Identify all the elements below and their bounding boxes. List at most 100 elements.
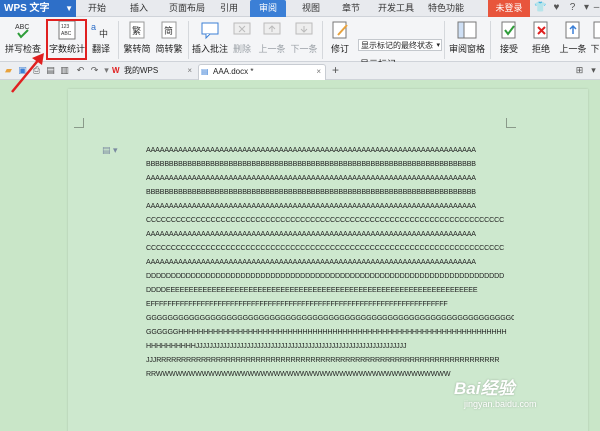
tab-list-icon[interactable]: ⊞ bbox=[574, 65, 585, 76]
save-icon[interactable]: ▣ bbox=[17, 65, 28, 76]
export-pdf-icon[interactable]: ▥ bbox=[59, 65, 70, 76]
reject-label: 拒绝 bbox=[531, 44, 550, 54]
markup-state-value: 显示标记的最终状态 bbox=[361, 41, 433, 50]
translate-icon: a 中 bbox=[91, 22, 108, 40]
next-change-icon bbox=[593, 21, 600, 39]
menu-tab-developer[interactable]: 开发工具 bbox=[374, 0, 418, 17]
text-line: BBBBBBBBBBBBBBBBBBBBBBBBBBBBBBBBBBBBBBBB… bbox=[146, 160, 476, 168]
app-name: WPS 文字 bbox=[4, 3, 50, 14]
trad-to-simp-button[interactable]: 繁 繁转简 bbox=[122, 20, 152, 55]
wps-logo-icon: W bbox=[112, 66, 120, 75]
simp-to-trad-button[interactable]: 简 简转繁 bbox=[154, 20, 184, 55]
minimize-icon[interactable]: – bbox=[590, 1, 600, 15]
skin-icon[interactable]: 👕 bbox=[534, 1, 547, 15]
tab-menu-icon[interactable]: ▾ bbox=[588, 65, 599, 76]
undo-icon[interactable]: ↶ bbox=[75, 65, 86, 76]
text-line: CCCCCCCCCCCCCCCCCCCCCCCCCCCCCCCCCCCCCCCC… bbox=[146, 216, 505, 224]
chevron-down-icon: ▾ bbox=[436, 42, 440, 49]
next-comment-icon bbox=[295, 22, 313, 35]
ribbon-divider bbox=[322, 21, 323, 59]
text-line: GGGGGGHHHHHHHHHHHHHHHHHHHHHHHHHHHHHHHHHH… bbox=[146, 328, 507, 336]
login-button[interactable]: 未登录 bbox=[488, 0, 530, 17]
review-pane-label: 审阅窗格 bbox=[448, 44, 485, 54]
next-comment-button[interactable]: 下一条 bbox=[290, 20, 318, 55]
document-body-text[interactable]: AAAAAAAAAAAAAAAAAAAAAAAAAAAAAAAAAAAAAAAA… bbox=[146, 143, 514, 381]
new-tab-button[interactable]: + bbox=[332, 63, 339, 77]
translate-button[interactable]: a 中 翻译 bbox=[88, 20, 114, 55]
text-line: AAAAAAAAAAAAAAAAAAAAAAAAAAAAAAAAAAAAAAAA… bbox=[146, 146, 476, 154]
insert-comment-label: 插入批注 bbox=[192, 44, 229, 54]
svg-text:简: 简 bbox=[164, 25, 173, 37]
text-line: JJJRRRRRRRRRRRRRRRRRRRRRRRRRRRRRRRRRRRRR… bbox=[146, 356, 500, 364]
trad-to-simp-label: 繁转简 bbox=[123, 44, 151, 54]
prev-change-button[interactable]: 上一条 bbox=[558, 20, 588, 55]
tab-my-wps-label: 我的WPS bbox=[124, 66, 159, 75]
next-change-label: 下 bbox=[590, 44, 600, 54]
next-label: 下一条 bbox=[290, 44, 318, 54]
text-line: DDDDEEEEEEEEEEEEEEEEEEEEEEEEEEEEEEEEEEEE… bbox=[146, 286, 478, 294]
menu-tab-features[interactable]: 特色功能 bbox=[424, 0, 468, 17]
tab-document[interactable]: ▤ AAA.docx * × bbox=[198, 64, 326, 80]
review-pane-button[interactable]: 审阅窗格 bbox=[448, 20, 486, 55]
watermark-brand: Bai经验 bbox=[454, 379, 515, 398]
print-icon[interactable]: ⎙ bbox=[31, 65, 42, 76]
help-icon[interactable]: ? bbox=[566, 1, 579, 15]
text-line: AAAAAAAAAAAAAAAAAAAAAAAAAAAAAAAAAAAAAAAA… bbox=[146, 202, 476, 210]
prev-comment-button[interactable]: 上一条 bbox=[258, 20, 286, 55]
insert-comment-button[interactable]: 插入批注 bbox=[192, 20, 228, 55]
ribbon-divider bbox=[188, 21, 189, 59]
menu-tab-layout[interactable]: 页面布局 bbox=[164, 0, 210, 17]
margin-corner-top-left bbox=[74, 118, 84, 128]
watermark-url: jingyan.baidu.com bbox=[464, 399, 537, 409]
svg-text:a: a bbox=[91, 22, 96, 32]
translate-label: 翻译 bbox=[91, 44, 110, 54]
markup-state-select[interactable]: 显示标记的最终状态 ▾ bbox=[358, 39, 442, 51]
menu-tab-home[interactable]: 开始 bbox=[82, 0, 112, 17]
document-workspace[interactable]: ▤ ▾ AAAAAAAAAAAAAAAAAAAAAAAAAAAAAAAAAAAA… bbox=[0, 81, 600, 431]
text-line: HHHHHHHHHHJJJJJJJJJJJJJJJJJJJJJJJJJJJJJJ… bbox=[146, 342, 407, 350]
prev-change-label: 上一条 bbox=[559, 44, 587, 54]
document-tab-bar: ▰ ▣ ⎙ ▤ ▥ ↶ ↷ ▾ W 我的WPS × ▤ AAA.docx * ×… bbox=[0, 62, 600, 80]
close-icon[interactable]: × bbox=[316, 65, 321, 79]
trad-to-simp-icon: 繁 bbox=[129, 21, 145, 39]
simp-to-trad-icon: 简 bbox=[161, 21, 177, 39]
chevron-down-icon: ▼ bbox=[65, 4, 73, 13]
text-line: CCCCCCCCCCCCCCCCCCCCCCCCCCCCCCCCCCCCCCCC… bbox=[146, 244, 505, 252]
app-menu-button[interactable]: WPS 文字 ▼ bbox=[0, 0, 76, 17]
spell-check-button[interactable]: ABC 拼写检查 bbox=[4, 20, 42, 55]
ribbon-divider bbox=[118, 21, 119, 59]
text-line: EFFFFFFFFFFFFFFFFFFFFFFFFFFFFFFFFFFFFFFF… bbox=[146, 300, 448, 308]
svg-text:繁: 繁 bbox=[132, 25, 141, 37]
redo-icon[interactable]: ↷ bbox=[89, 65, 100, 76]
document-icon: ▤ bbox=[201, 67, 209, 76]
text-line: GGGGGGGGGGGGGGGGGGGGGGGGGGGGGGGGGGGGGGGG… bbox=[146, 314, 514, 322]
open-folder-icon[interactable]: ▰ bbox=[3, 65, 14, 76]
print-preview-icon[interactable]: ▤ bbox=[45, 65, 56, 76]
delete-label: 删除 bbox=[232, 44, 251, 54]
close-icon[interactable]: × bbox=[187, 64, 192, 78]
spell-check-label: 拼写检查 bbox=[4, 44, 41, 54]
revise-label: 修订 bbox=[330, 44, 349, 54]
prev-label: 上一条 bbox=[258, 44, 286, 54]
accept-icon bbox=[501, 21, 516, 39]
accept-button[interactable]: 接受 bbox=[494, 20, 524, 55]
menu-tab-references[interactable]: 引用 bbox=[214, 0, 244, 17]
menu-tab-insert[interactable]: 插入 bbox=[124, 0, 154, 17]
reject-button[interactable]: 拒绝 bbox=[526, 20, 556, 55]
simp-to-trad-label: 简转繁 bbox=[155, 44, 183, 54]
paragraph-menu-icon[interactable]: ▤ ▾ bbox=[102, 145, 118, 156]
next-change-button[interactable]: 下 bbox=[590, 20, 600, 55]
tab-my-wps[interactable]: W 我的WPS × bbox=[110, 64, 196, 80]
review-pane-icon bbox=[457, 21, 477, 39]
track-changes-button[interactable]: 修订 bbox=[326, 20, 354, 55]
delete-comment-button[interactable]: 删除 bbox=[230, 20, 254, 55]
prev-comment-icon bbox=[263, 22, 281, 35]
menu-tab-view[interactable]: 视图 bbox=[296, 0, 326, 17]
text-line: AAAAAAAAAAAAAAAAAAAAAAAAAAAAAAAAAAAAAAAA… bbox=[146, 174, 476, 182]
text-line: AAAAAAAAAAAAAAAAAAAAAAAAAAAAAAAAAAAAAAAA… bbox=[146, 258, 476, 266]
menu-tab-chapter[interactable]: 章节 bbox=[336, 0, 366, 17]
menu-tab-review[interactable]: 审阅 bbox=[250, 0, 286, 17]
tab-document-label: AAA.docx * bbox=[213, 67, 254, 76]
margin-corner-top-right bbox=[506, 118, 516, 128]
gift-icon[interactable]: ♥ bbox=[550, 1, 563, 15]
